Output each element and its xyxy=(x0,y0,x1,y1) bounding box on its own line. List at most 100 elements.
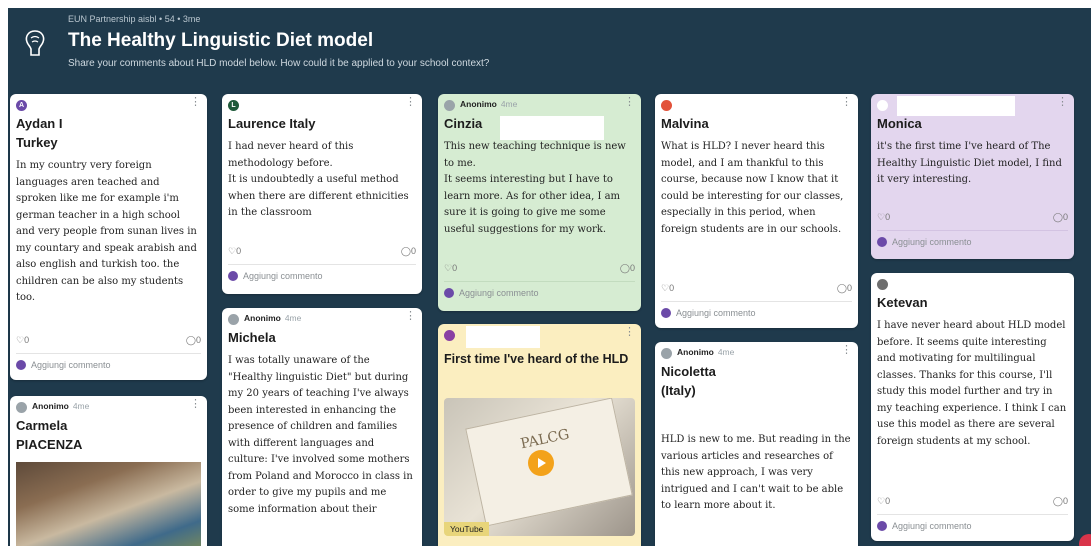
more-options-icon[interactable]: ⋮ xyxy=(841,97,852,108)
post-stats: ♡0 ◯0 xyxy=(228,246,416,260)
add-comment-label: Aggiungi commento xyxy=(243,271,323,281)
post-author-anonymous: Anonimo 4me xyxy=(32,401,90,411)
like-button[interactable]: ♡0 xyxy=(228,246,241,260)
post-body: it's the first time I've heard of The He… xyxy=(877,141,1062,185)
redaction-box xyxy=(897,96,1015,116)
post-stats: ♡0 ◯0 xyxy=(16,335,201,349)
post-card-aydan[interactable]: A ⋮ Aydan I Turkey In my country very fo… xyxy=(10,94,207,380)
post-author-anonymous: Anonimo 4me xyxy=(460,99,518,109)
comment-count[interactable]: ◯0 xyxy=(1053,496,1068,510)
add-comment-label: Aggiungi commento xyxy=(676,308,756,318)
avatar xyxy=(444,100,455,111)
youtube-label: YouTube xyxy=(444,522,490,536)
user-avatar xyxy=(877,521,887,531)
avatar xyxy=(228,314,239,325)
divider xyxy=(877,230,1068,231)
user-avatar xyxy=(661,308,671,318)
post-stats: ♡0 ◯0 xyxy=(877,496,1068,510)
board-title: The Healthy Linguistic Diet model xyxy=(68,30,374,51)
like-button[interactable]: ♡0 xyxy=(877,496,890,510)
avatar xyxy=(877,100,888,111)
add-comment-button[interactable]: Aggiungi commento xyxy=(661,306,756,320)
post-author: Aydan I xyxy=(16,116,63,131)
board-header: EUN Partnership aisbl • 54 • 3me The Hea… xyxy=(8,8,1091,94)
post-title: Carmela xyxy=(16,418,68,433)
video-thumbnail[interactable]: PALCG YouTube xyxy=(444,398,635,536)
user-avatar xyxy=(228,271,238,281)
post-stats: ♡0 ◯0 xyxy=(661,283,852,297)
post-card-hld-video[interactable]: ⋮ First time I've heard of the HLD PALCG… xyxy=(438,324,641,546)
book-title: PALCG xyxy=(519,426,571,453)
post-card-michela[interactable]: Anonimo 4me ⋮ Michela I was totally unawa… xyxy=(222,308,422,546)
comment-count[interactable]: ◯0 xyxy=(186,335,201,349)
post-card-monica[interactable]: ⋮ Monica it's the first time I've heard … xyxy=(871,94,1074,259)
user-avatar xyxy=(444,288,454,298)
post-author-anonymous: Anonimo 4me xyxy=(677,347,735,357)
avatar xyxy=(444,330,455,341)
post-stats: ♡0 ◯0 xyxy=(444,263,635,277)
post-author-anonymous: Anonimo 4me xyxy=(244,313,302,323)
comment-count[interactable]: ◯0 xyxy=(1053,212,1068,226)
padlet-board: EUN Partnership aisbl • 54 • 3me The Hea… xyxy=(8,8,1091,546)
post-card-nicoletta[interactable]: Anonimo 4me ⋮ Nicoletta (Italy) HLD is ne… xyxy=(655,342,858,546)
post-author: Monica xyxy=(877,116,922,131)
post-photo[interactable] xyxy=(16,462,201,546)
redaction-box xyxy=(500,116,604,140)
post-body: What is HLD? I never heard this model, a… xyxy=(661,141,844,235)
avatar xyxy=(877,279,888,290)
comment-count[interactable]: ◯0 xyxy=(620,263,635,277)
user-avatar xyxy=(16,360,26,370)
add-comment-button[interactable]: Aggiungi commento xyxy=(444,286,539,300)
post-body: HLD is new to me. But reading in the var… xyxy=(661,434,851,511)
post-author: Laurence Italy xyxy=(228,116,316,131)
more-options-icon[interactable]: ⋮ xyxy=(624,327,635,338)
post-card-laurence[interactable]: L ⋮ Laurence Italy I had never heard of … xyxy=(222,94,422,294)
user-avatar xyxy=(877,237,887,247)
avatar xyxy=(16,402,27,413)
add-comment-label: Aggiungi commento xyxy=(892,521,972,531)
avatar xyxy=(661,348,672,359)
comment-count[interactable]: ◯0 xyxy=(837,283,852,297)
more-options-icon[interactable]: ⋮ xyxy=(624,97,635,108)
more-options-icon[interactable]: ⋮ xyxy=(190,399,201,410)
comment-count[interactable]: ◯0 xyxy=(401,246,416,260)
post-author: Nicoletta xyxy=(661,364,716,379)
post-card-malvina[interactable]: ⋮ Malvina What is HLD? I never heard thi… xyxy=(655,94,858,328)
post-body: I have never heard about HLD model befor… xyxy=(877,320,1067,447)
like-button[interactable]: ♡0 xyxy=(16,335,29,349)
post-card-ketevan[interactable]: Ketevan I have never heard about HLD mod… xyxy=(871,273,1074,541)
more-options-icon[interactable]: ⋮ xyxy=(1057,97,1068,108)
post-card-cinzia[interactable]: Anonimo 4me ⋮ Cinzia This new teaching te… xyxy=(438,94,641,311)
post-stats: ♡0 ◯0 xyxy=(877,212,1068,226)
avatar: A xyxy=(16,100,27,111)
post-title: First time I've heard of the HLD xyxy=(444,352,629,366)
post-author: Ketevan xyxy=(877,295,928,310)
post-body: This new teaching technique is new to me… xyxy=(444,141,626,235)
add-comment-label: Aggiungi commento xyxy=(459,288,539,298)
more-options-icon[interactable]: ⋮ xyxy=(841,345,852,356)
divider xyxy=(16,353,201,354)
redaction-box xyxy=(466,326,540,348)
divider xyxy=(444,281,635,282)
post-title-line2: PIACENZA xyxy=(16,437,83,452)
post-body: I was totally unaware of the "Healthy li… xyxy=(228,355,413,515)
post-card-carmela[interactable]: Anonimo 4me ⋮ Carmela PIACENZA xyxy=(10,396,207,546)
more-options-icon[interactable]: ⋮ xyxy=(405,97,416,108)
add-comment-button[interactable]: Aggiungi commento xyxy=(877,519,972,533)
divider xyxy=(661,301,852,302)
add-comment-label: Aggiungi commento xyxy=(892,237,972,247)
add-comment-button[interactable]: Aggiungi commento xyxy=(228,269,323,283)
add-comment-button[interactable]: Aggiungi commento xyxy=(16,358,111,372)
more-options-icon[interactable]: ⋮ xyxy=(405,311,416,322)
avatar: L xyxy=(228,100,239,111)
like-button[interactable]: ♡0 xyxy=(444,263,457,277)
post-author-country: (Italy) xyxy=(661,383,696,398)
divider xyxy=(877,514,1068,515)
like-button[interactable]: ♡0 xyxy=(877,212,890,226)
add-comment-button[interactable]: Aggiungi commento xyxy=(877,235,972,249)
more-options-icon[interactable]: ⋮ xyxy=(190,97,201,108)
play-icon[interactable] xyxy=(528,450,554,476)
like-button[interactable]: ♡0 xyxy=(661,283,674,297)
add-post-button[interactable] xyxy=(1079,534,1091,546)
board-subtitle: Share your comments about HLD model belo… xyxy=(68,58,490,69)
